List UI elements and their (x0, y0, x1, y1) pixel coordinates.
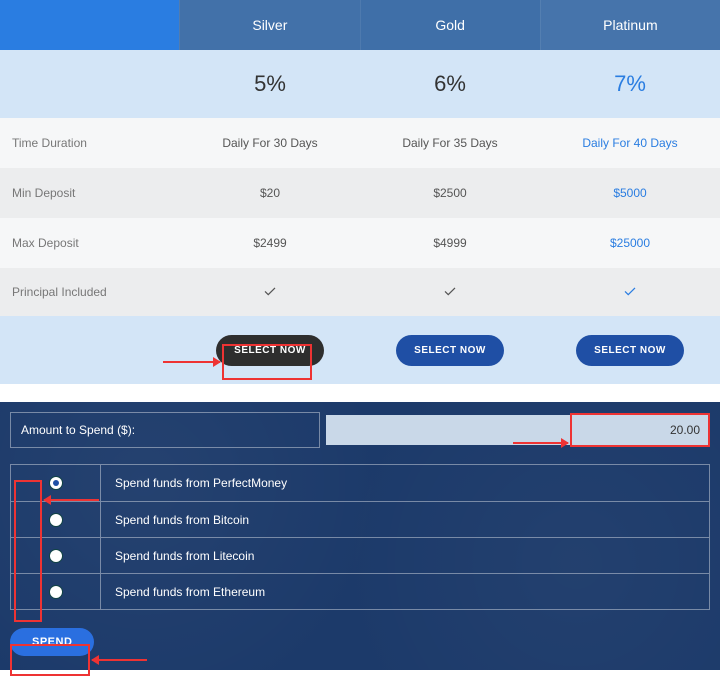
min-gold: $2500 (360, 168, 540, 218)
spend-panel: Amount to Spend ($): Spend funds from Pe… (0, 402, 720, 670)
select-gold-button[interactable]: SELECT NOW (396, 335, 504, 366)
duration-label: Time Duration (0, 118, 180, 168)
tier-header-silver: Silver (179, 0, 359, 50)
tier-header-platinum: Platinum (540, 0, 720, 50)
radio-cell[interactable] (11, 502, 101, 537)
amount-input-wrap (326, 415, 710, 445)
percent-platinum: 7% (540, 50, 720, 118)
amount-row: Amount to Spend ($): (10, 412, 710, 448)
method-label: Spend funds from PerfectMoney (101, 465, 287, 501)
amount-label: Amount to Spend ($): (10, 412, 320, 448)
method-label: Spend funds from Ethereum (101, 574, 265, 609)
duration-gold: Daily For 35 Days (360, 118, 540, 168)
min-label: Min Deposit (0, 168, 180, 218)
percent-label-blank (0, 50, 180, 118)
duration-row: Time Duration Daily For 30 Days Daily Fo… (0, 118, 720, 168)
principal-platinum (540, 268, 720, 316)
payment-methods: Spend funds from PerfectMoney Spend fund… (10, 464, 710, 610)
min-row: Min Deposit $20 $2500 $5000 (0, 168, 720, 218)
tier-header-gold: Gold (360, 0, 540, 50)
pricing-header-blank (0, 0, 179, 50)
max-gold: $4999 (360, 218, 540, 268)
check-icon (443, 284, 457, 301)
radio-icon (50, 550, 62, 562)
select-row: SELECT NOW SELECT NOW SELECT NOW (0, 316, 720, 384)
max-label: Max Deposit (0, 218, 180, 268)
radio-cell[interactable] (11, 538, 101, 573)
duration-platinum: Daily For 40 Days (540, 118, 720, 168)
spend-button[interactable]: SPEND (10, 628, 94, 656)
max-platinum: $25000 (540, 218, 720, 268)
percent-silver: 5% (180, 50, 360, 118)
amount-input[interactable] (326, 415, 710, 445)
check-icon (623, 284, 637, 301)
percent-gold: 6% (360, 50, 540, 118)
radio-cell[interactable] (11, 465, 101, 501)
pricing-table: Silver Gold Platinum 5% 6% 7% Time Durat… (0, 0, 720, 384)
min-platinum: $5000 (540, 168, 720, 218)
pricing-header-row: Silver Gold Platinum (0, 0, 720, 50)
select-blank (0, 316, 180, 384)
principal-gold (360, 268, 540, 316)
check-icon (263, 284, 277, 301)
radio-icon (50, 586, 62, 598)
method-label: Spend funds from Litecoin (101, 538, 254, 573)
method-row-bitcoin[interactable]: Spend funds from Bitcoin (11, 501, 709, 537)
radio-cell[interactable] (11, 574, 101, 609)
principal-row: Principal Included (0, 268, 720, 316)
select-silver-button[interactable]: SELECT NOW (216, 335, 324, 366)
principal-label: Principal Included (0, 268, 180, 316)
max-silver: $2499 (180, 218, 360, 268)
min-silver: $20 (180, 168, 360, 218)
method-row-perfectmoney[interactable]: Spend funds from PerfectMoney (11, 465, 709, 501)
radio-icon (50, 514, 62, 526)
method-label: Spend funds from Bitcoin (101, 502, 249, 537)
duration-silver: Daily For 30 Days (180, 118, 360, 168)
radio-icon (50, 477, 62, 489)
method-row-litecoin[interactable]: Spend funds from Litecoin (11, 537, 709, 573)
percent-row: 5% 6% 7% (0, 50, 720, 118)
max-row: Max Deposit $2499 $4999 $25000 (0, 218, 720, 268)
select-platinum-button[interactable]: SELECT NOW (576, 335, 684, 366)
principal-silver (180, 268, 360, 316)
method-row-ethereum[interactable]: Spend funds from Ethereum (11, 573, 709, 609)
